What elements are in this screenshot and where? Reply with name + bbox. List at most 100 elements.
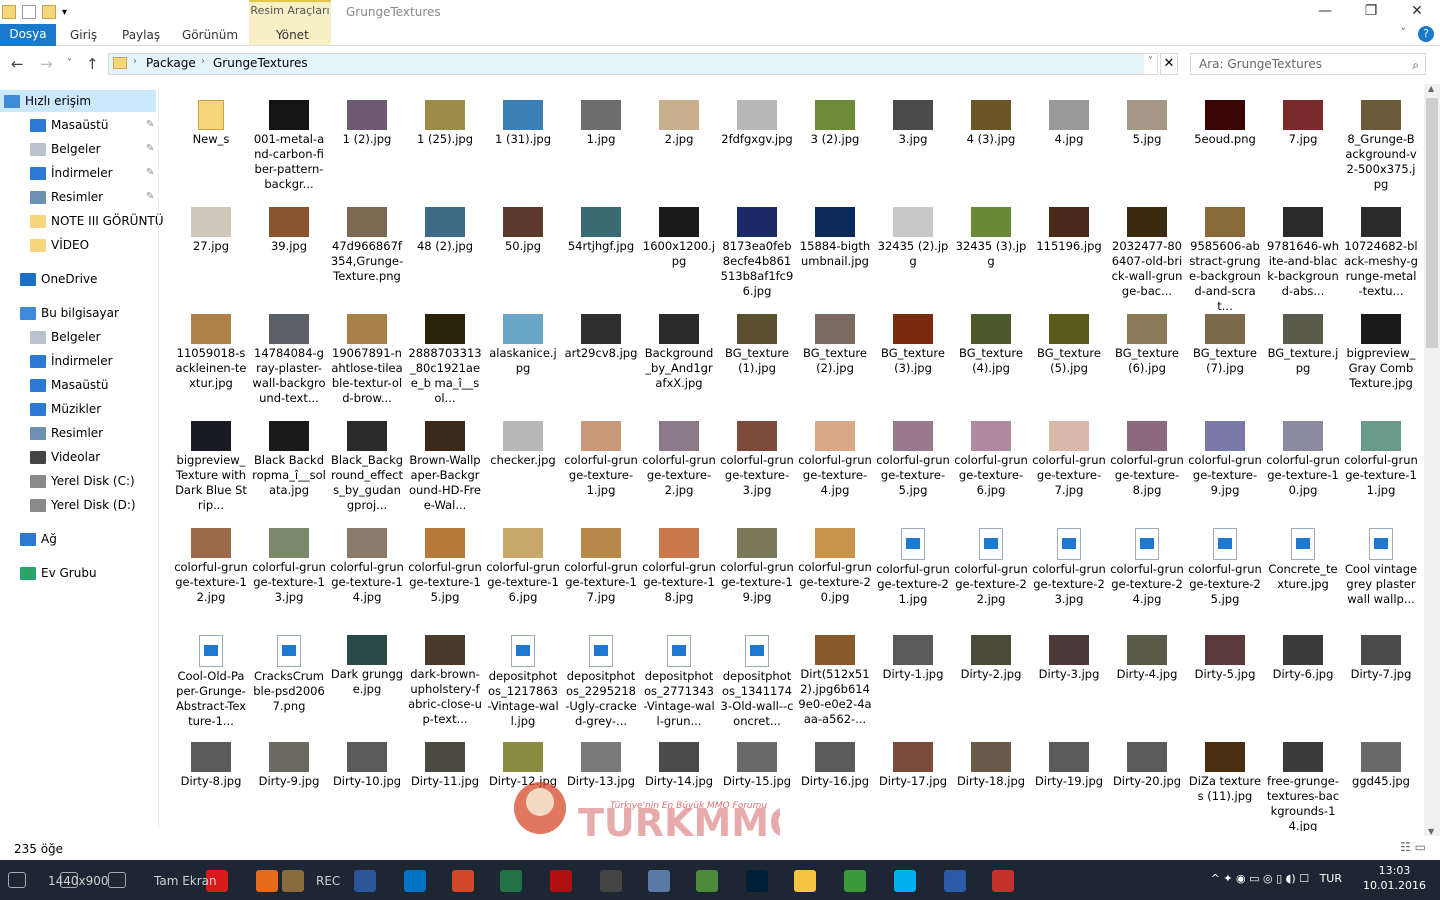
language-indicator[interactable]: TUR: [1320, 872, 1342, 885]
tab-file[interactable]: Dosya: [0, 24, 56, 46]
sidebar-item[interactable]: Resimler ✎: [30, 186, 154, 208]
file-item[interactable]: Black Backdropma_î__solata.jpg: [250, 407, 328, 512]
file-item[interactable]: Dirty-4.jpg: [1108, 621, 1186, 726]
file-item[interactable]: colorful-grunge-texture-16.jpg: [484, 514, 562, 619]
file-item[interactable]: checker.jpg: [484, 407, 562, 512]
file-item[interactable]: depositphotos_1217863-Vintage-wall.jpg: [484, 621, 562, 728]
search-input[interactable]: Ara: GrungeTextures ⌕: [1190, 53, 1426, 75]
help-icon[interactable]: ?: [1418, 26, 1434, 42]
sidebar-item[interactable]: VİDEO: [30, 234, 89, 256]
file-item[interactable]: colorful-grunge-texture-24.jpg: [1108, 514, 1186, 619]
file-item[interactable]: 5eoud.png: [1186, 86, 1264, 191]
file-item[interactable]: DiZa textures (11).jpg: [1186, 728, 1264, 831]
sidebar-item[interactable]: İndirmeler ✎: [30, 162, 154, 184]
file-item[interactable]: colorful-grunge-texture-7.jpg: [1030, 407, 1108, 512]
scroll-down-icon[interactable]: ▼: [1428, 827, 1434, 836]
network-tool-icon[interactable]: [648, 870, 670, 892]
clock[interactable]: 13:03 10.01.2016: [1363, 863, 1426, 893]
sidebar-item[interactable]: Bu bilgisayar: [20, 302, 119, 324]
file-item[interactable]: 27.jpg: [172, 193, 250, 298]
file-item[interactable]: BG_texture (6).jpg: [1108, 300, 1186, 405]
file-item[interactable]: 19067891-nahtlose-tileable-textur-old-br…: [328, 300, 406, 405]
file-item[interactable]: colorful-grunge-texture-21.jpg: [874, 514, 952, 619]
tray-icons[interactable]: ^ ✦ ◉ ▭ ◎ ▯ ◖) ☐: [1211, 872, 1310, 885]
breadcrumb-separator[interactable]: ›: [133, 56, 137, 67]
excel-icon[interactable]: [500, 870, 522, 892]
file-item[interactable]: Dirty-16.jpg: [796, 728, 874, 831]
file-item[interactable]: New_s: [172, 86, 250, 191]
file-item[interactable]: alaskanice.jpg: [484, 300, 562, 405]
file-item[interactable]: 4 (3).jpg: [952, 86, 1030, 191]
file-item[interactable]: 2fdfgxgv.jpg: [718, 86, 796, 191]
file-item[interactable]: BG_texture (4).jpg: [952, 300, 1030, 405]
properties-icon[interactable]: [22, 5, 36, 19]
file-item[interactable]: Dirty-10.jpg: [328, 728, 406, 831]
file-item[interactable]: 39.jpg: [250, 193, 328, 298]
sidebar-item[interactable]: Masaüstü: [30, 374, 108, 396]
file-item[interactable]: 1 (25).jpg: [406, 86, 484, 191]
file-item[interactable]: Dirty-8.jpg: [172, 728, 250, 831]
file-item[interactable]: 2032477-806407-old-brick-wall-grunge-bac…: [1108, 193, 1186, 298]
breadcrumb-grungetextures[interactable]: GrungeTextures: [213, 56, 308, 70]
file-item[interactable]: Dirty-3.jpg: [1030, 621, 1108, 726]
file-item[interactable]: colorful-grunge-texture-11.jpg: [1342, 407, 1420, 512]
sidebar-item[interactable]: Masaüstü ✎: [30, 114, 154, 136]
sidebar-item[interactable]: İndirmeler: [30, 350, 113, 372]
forward-button[interactable]: →: [40, 55, 53, 73]
vertical-scrollbar[interactable]: ▲ ▼: [1424, 84, 1440, 836]
file-item[interactable]: BG_texture (3).jpg: [874, 300, 952, 405]
start-icon[interactable]: [8, 872, 26, 888]
file-item[interactable]: Brown-Wallpaper-Background-HD-Free-Wal..…: [406, 407, 484, 512]
file-item[interactable]: art29cv8.jpg: [562, 300, 640, 405]
sidebar-item[interactable]: NOTE III GÖRÜNTÜ: [30, 210, 164, 232]
customize-qat-icon[interactable]: ▾: [62, 7, 67, 18]
sidebar-item[interactable]: Yerel Disk (C:): [30, 470, 135, 492]
back-button[interactable]: ←: [11, 55, 24, 73]
sidebar-item[interactable]: OneDrive: [20, 268, 97, 290]
file-item[interactable]: 7.jpg: [1264, 86, 1342, 191]
file-item[interactable]: Dirty-11.jpg: [406, 728, 484, 831]
file-item[interactable]: 54rtjhgf.jpg: [562, 193, 640, 298]
chrome-icon[interactable]: [844, 870, 866, 892]
close-button[interactable]: ✕: [1394, 0, 1440, 24]
file-item[interactable]: 8173ea0feb8ecfe4b861513b8af1fc96.jpg: [718, 193, 796, 298]
file-item[interactable]: colorful-grunge-texture-22.jpg: [952, 514, 1030, 619]
scrollbar-thumb[interactable]: [1426, 98, 1438, 348]
file-item[interactable]: free-grunge-textures-backgrounds-14.jpg: [1264, 728, 1342, 831]
file-item[interactable]: colorful-grunge-texture-20.jpg: [796, 514, 874, 619]
tab-share[interactable]: Paylaş: [122, 28, 160, 42]
file-item[interactable]: colorful-grunge-texture-25.jpg: [1186, 514, 1264, 619]
file-item[interactable]: CracksCrumble-psd20067.png: [250, 621, 328, 726]
outlook-icon[interactable]: [404, 870, 426, 892]
system-tray[interactable]: ^ ✦ ◉ ▭ ◎ ▯ ◖) ☐ TUR: [1211, 872, 1342, 885]
file-item[interactable]: bigpreview_Gray Comb Texture.jpg: [1342, 300, 1420, 405]
file-item[interactable]: colorful-grunge-texture-23.jpg: [1030, 514, 1108, 619]
sidebar-item[interactable]: Belgeler: [30, 326, 101, 348]
sidebar-item[interactable]: Belgeler ✎: [30, 138, 154, 160]
file-item[interactable]: colorful-grunge-texture-5.jpg: [874, 407, 952, 512]
file-item[interactable]: 3.jpg: [874, 86, 952, 191]
file-item[interactable]: Black_Background_effects_by_gudangproj..…: [328, 407, 406, 512]
file-item[interactable]: colorful-grunge-texture-14.jpg: [328, 514, 406, 619]
sidebar-item[interactable]: Ağ: [20, 528, 57, 550]
file-item[interactable]: colorful-grunge-texture-6.jpg: [952, 407, 1030, 512]
minimize-button[interactable]: —: [1302, 0, 1348, 24]
file-item[interactable]: colorful-grunge-texture-1.jpg: [562, 407, 640, 512]
file-item[interactable]: Dirty-17.jpg: [874, 728, 952, 831]
file-item[interactable]: Dirty-18.jpg: [952, 728, 1030, 831]
file-item[interactable]: 9781646-white-and-black-background-abs..…: [1264, 193, 1342, 298]
camera-icon[interactable]: [282, 870, 304, 892]
sync-icon[interactable]: [600, 870, 622, 892]
file-item[interactable]: colorful-grunge-texture-10.jpg: [1264, 407, 1342, 512]
ribbon-expand-icon[interactable]: ˅: [1401, 26, 1407, 39]
file-item[interactable]: Background_by_And1grafxX.jpg: [640, 300, 718, 405]
tab-manage[interactable]: Yönet: [276, 28, 309, 42]
address-dropdown-icon[interactable]: ˅: [1148, 56, 1153, 67]
breadcrumb-package[interactable]: Package: [146, 56, 196, 70]
file-item[interactable]: Dirty-19.jpg: [1030, 728, 1108, 831]
up-button[interactable]: ↑: [86, 55, 99, 73]
chart-app-icon[interactable]: [696, 870, 718, 892]
file-item[interactable]: 5.jpg: [1108, 86, 1186, 191]
new-folder-icon[interactable]: [42, 5, 56, 19]
file-item[interactable]: depositphotos_2295218-Ugly-cracked-grey-…: [562, 621, 640, 728]
